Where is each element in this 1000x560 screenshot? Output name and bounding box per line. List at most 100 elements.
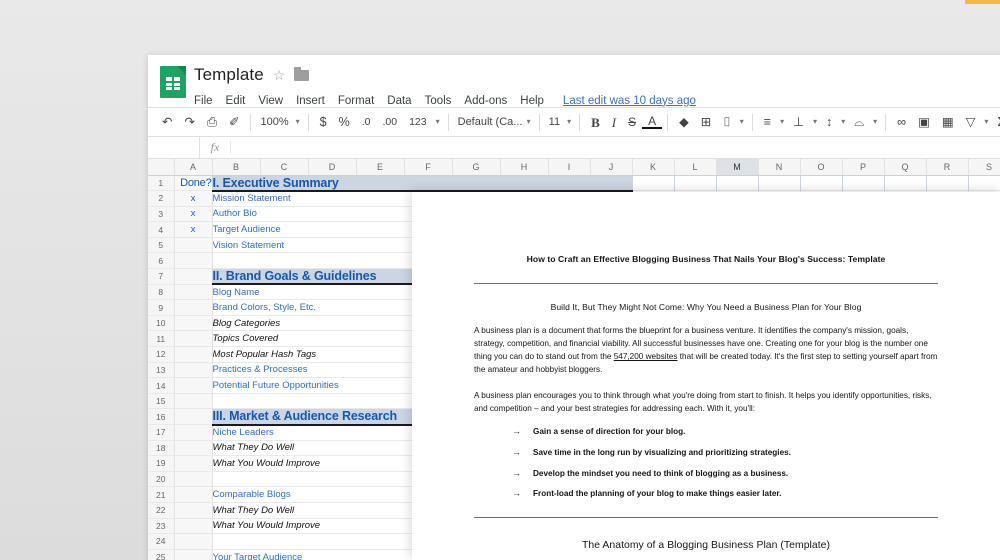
menu-format[interactable]: Format (338, 95, 374, 107)
column-header-a[interactable]: A (174, 159, 212, 175)
column-header-j[interactable]: J (590, 159, 632, 175)
row-header-8[interactable]: 8 (148, 284, 174, 300)
cell-empty[interactable] (758, 175, 800, 191)
column-header-n[interactable]: N (758, 159, 800, 175)
cell-empty[interactable] (842, 175, 884, 191)
percent-format-button[interactable]: % (333, 116, 356, 129)
row-header-23[interactable]: 23 (148, 518, 174, 534)
document-preview-panel[interactable]: How to Craft an Effective Blogging Busin… (412, 192, 1000, 560)
menu-help[interactable]: Help (520, 95, 544, 107)
redo-button[interactable]: ↷ (178, 116, 200, 129)
row-header-22[interactable]: 22 (148, 502, 174, 518)
undo-button[interactable]: ↶ (156, 116, 178, 129)
row-header-12[interactable]: 12 (148, 347, 174, 363)
text-wrap-icon[interactable]: ↕ (820, 116, 838, 129)
row-header-15[interactable]: 15 (148, 393, 174, 409)
horizontal-align-icon[interactable]: ≡ (758, 116, 777, 129)
column-header-e[interactable]: E (356, 159, 404, 175)
row-header-7[interactable]: 7 (148, 269, 174, 285)
column-header-m[interactable]: M (716, 159, 758, 175)
menu-insert[interactable]: Insert (296, 95, 325, 107)
cell-empty[interactable] (674, 175, 716, 191)
cell-empty[interactable] (968, 175, 1000, 191)
document-title[interactable]: Template (194, 65, 264, 85)
row-header-4[interactable]: 4 (148, 222, 174, 238)
filter-chevron-down-icon[interactable]: ▾ (981, 118, 991, 126)
cell-empty[interactable] (632, 175, 674, 191)
cell-done-check[interactable] (174, 284, 212, 300)
bold-button[interactable]: B (585, 116, 606, 129)
move-to-folder-icon[interactable] (294, 70, 309, 81)
cell-done-check[interactable] (174, 300, 212, 316)
column-header-r[interactable]: R (926, 159, 968, 175)
row-header-5[interactable]: 5 (148, 237, 174, 253)
halign-chevron-down-icon[interactable]: ▾ (777, 118, 787, 126)
cell-done-check[interactable] (174, 534, 212, 550)
cell-empty[interactable] (926, 175, 968, 191)
cell-done-check[interactable]: x (174, 222, 212, 238)
cell-done-check[interactable] (174, 440, 212, 456)
column-header-d[interactable]: D (308, 159, 356, 175)
merge-cells-icon[interactable]: ⌷ (717, 116, 737, 129)
name-box[interactable] (148, 137, 200, 158)
merge-chevron-down-icon[interactable]: ▾ (737, 118, 747, 126)
row-header-14[interactable]: 14 (148, 378, 174, 394)
font-family-select[interactable]: Default (Ca... (454, 116, 524, 128)
formats-chevron-down-icon[interactable]: ▾ (433, 118, 443, 126)
column-header-l[interactable]: L (674, 159, 716, 175)
column-header-k[interactable]: K (632, 159, 674, 175)
row-header-11[interactable]: 11 (148, 331, 174, 347)
cell-done-check[interactable] (174, 425, 212, 441)
font-size-select[interactable]: 11 (545, 116, 564, 128)
cell-done-check[interactable] (174, 253, 212, 269)
cell-done-check[interactable] (174, 362, 212, 378)
cell-done-check[interactable] (174, 487, 212, 503)
font-chevron-down-icon[interactable]: ▾ (524, 118, 534, 126)
column-header-p[interactable]: P (842, 159, 884, 175)
last-edit-link[interactable]: Last edit was 10 days ago (563, 95, 696, 107)
column-header-c[interactable]: C (260, 159, 308, 175)
cell-done-check[interactable] (174, 315, 212, 331)
currency-format-button[interactable]: $ (314, 116, 333, 129)
functions-icon[interactable]: Σ (991, 116, 1000, 129)
font-size-chevron-down-icon[interactable]: ▾ (564, 118, 574, 126)
row-header-18[interactable]: 18 (148, 440, 174, 456)
row-header-6[interactable]: 6 (148, 253, 174, 269)
row-header-20[interactable]: 20 (148, 471, 174, 487)
vertical-align-icon[interactable]: ⊥ (787, 116, 810, 129)
row-header-9[interactable]: 9 (148, 300, 174, 316)
row-header-13[interactable]: 13 (148, 362, 174, 378)
column-header-q[interactable]: Q (884, 159, 926, 175)
menu-file[interactable]: File (194, 95, 213, 107)
strikethrough-button[interactable]: S (622, 116, 642, 128)
column-header-i[interactable]: I (548, 159, 590, 175)
insert-comment-icon[interactable]: ▣ (912, 116, 936, 129)
paint-format-icon[interactable]: ✐ (223, 116, 245, 129)
column-header-g[interactable]: G (452, 159, 500, 175)
cell-done-check[interactable]: x (174, 206, 212, 222)
italic-button[interactable]: I (606, 116, 622, 129)
fill-color-icon[interactable]: ◆ (673, 116, 695, 129)
zoom-level-select[interactable]: 100% (256, 116, 292, 128)
column-header-f[interactable]: F (404, 159, 452, 175)
formula-input[interactable] (230, 141, 1000, 154)
row-header-21[interactable]: 21 (148, 487, 174, 503)
select-all-corner[interactable] (148, 159, 174, 175)
increase-decimal-button[interactable]: .00 (376, 117, 403, 128)
cell-done-check[interactable] (174, 409, 212, 425)
row-header-10[interactable]: 10 (148, 315, 174, 331)
cell-done-check[interactable] (174, 347, 212, 363)
valign-chevron-down-icon[interactable]: ▾ (810, 118, 820, 126)
menu-view[interactable]: View (258, 95, 283, 107)
spreadsheet-row[interactable]: 1Done?I. Executive Summary (148, 175, 1000, 191)
row-header-25[interactable]: 25 (148, 549, 174, 560)
menu-add-ons[interactable]: Add-ons (464, 95, 507, 107)
borders-icon[interactable]: ⊞ (695, 116, 717, 129)
cell-empty[interactable] (800, 175, 842, 191)
more-formats-button[interactable]: 123 (403, 117, 433, 128)
menu-data[interactable]: Data (387, 95, 411, 107)
row-header-16[interactable]: 16 (148, 409, 174, 425)
rotation-chevron-down-icon[interactable]: ▾ (870, 118, 880, 126)
cell-empty[interactable] (716, 175, 758, 191)
cell-done-check[interactable] (174, 502, 212, 518)
